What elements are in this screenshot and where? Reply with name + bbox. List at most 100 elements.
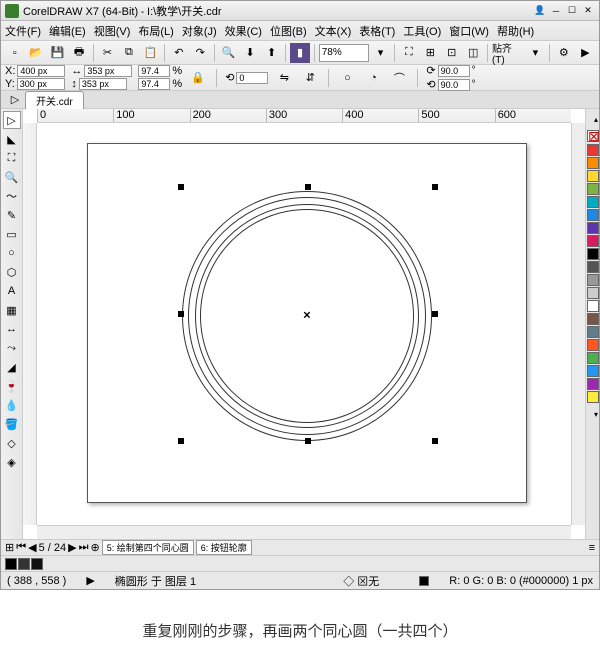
page-tab-6[interactable]: 6: 按钮轮廓	[196, 540, 252, 555]
color-swatch[interactable]	[587, 313, 599, 325]
no-color-swatch[interactable]: ⊠	[587, 130, 599, 142]
handle-mr[interactable]	[432, 311, 438, 317]
zoom-tool[interactable]: 🔍	[3, 168, 21, 186]
fill-indicator[interactable]: ◇ ⊠无	[343, 573, 379, 589]
menu-window[interactable]: 窗口(W)	[449, 23, 489, 39]
snap-label[interactable]: 贴齐(T)	[492, 40, 524, 66]
color-swatch[interactable]	[587, 261, 599, 273]
color-swatch[interactable]	[587, 378, 599, 390]
color-swatch[interactable]	[587, 157, 599, 169]
next-page-button[interactable]: ▶	[68, 541, 76, 554]
fullscreen-button[interactable]: ⛶	[399, 43, 418, 63]
menu-effects[interactable]: 效果(C)	[225, 23, 262, 39]
color-swatch[interactable]	[587, 287, 599, 299]
polygon-tool[interactable]: ⬡	[3, 263, 21, 281]
x-input[interactable]	[17, 65, 65, 77]
fill-tool[interactable]: 🪣	[3, 415, 21, 433]
color-swatch[interactable]	[587, 196, 599, 208]
artistic-tool[interactable]: ✎	[3, 206, 21, 224]
height-input[interactable]	[79, 78, 127, 90]
document-tab[interactable]: 开关.cdr	[25, 91, 84, 109]
color-swatch[interactable]	[587, 274, 599, 286]
ellipse-tool[interactable]: ○	[3, 244, 21, 262]
scale-x-input[interactable]	[138, 65, 170, 77]
menu-help[interactable]: 帮助(H)	[497, 23, 534, 39]
ellipse-icon[interactable]: ○	[337, 68, 357, 88]
launch-button[interactable]: ▶	[576, 43, 595, 63]
search-button[interactable]: 🔍	[219, 43, 238, 63]
menu-object[interactable]: 对象(J)	[182, 23, 217, 39]
publish-button[interactable]: ▮	[290, 43, 309, 63]
palette-down-icon[interactable]: ▾	[586, 404, 600, 424]
angle2-input[interactable]	[438, 79, 470, 91]
color-swatch[interactable]	[587, 391, 599, 403]
menu-view[interactable]: 视图(V)	[94, 23, 131, 39]
user-icon[interactable]: 👤	[533, 4, 547, 18]
undo-button[interactable]: ↶	[169, 43, 188, 63]
grid-button[interactable]: ⊡	[442, 43, 461, 63]
palette-up-icon[interactable]: ▴	[586, 109, 600, 129]
rotation-input[interactable]	[236, 72, 268, 84]
vertical-scrollbar[interactable]	[571, 123, 585, 525]
text-tool[interactable]: A	[3, 282, 21, 300]
connector-tool[interactable]: ⤳	[3, 339, 21, 357]
add-page-button[interactable]: ⊕	[91, 541, 100, 554]
copy-button[interactable]: ⧉	[119, 43, 138, 63]
redo-button[interactable]: ↷	[191, 43, 210, 63]
menu-file[interactable]: 文件(F)	[5, 23, 41, 39]
width-input[interactable]	[84, 65, 132, 77]
transparency-tool[interactable]: 🍷	[3, 377, 21, 395]
handle-tr[interactable]	[432, 184, 438, 190]
menu-tools[interactable]: 工具(O)	[403, 23, 441, 39]
options-button[interactable]: ⚙	[554, 43, 573, 63]
color-swatch[interactable]	[587, 365, 599, 377]
guides-button[interactable]: ◫	[464, 43, 483, 63]
color-swatch[interactable]	[587, 209, 599, 221]
menu-bitmap[interactable]: 位图(B)	[270, 23, 307, 39]
handle-tc[interactable]	[305, 184, 311, 190]
doc-swatch-black[interactable]	[5, 558, 17, 570]
maximize-button[interactable]: ☐	[565, 4, 579, 18]
dropshadow-tool[interactable]: ◢	[3, 358, 21, 376]
zoom-dropdown-icon[interactable]: ▾	[371, 43, 390, 63]
page-expand-icon[interactable]: ⊞	[5, 541, 14, 554]
rulers-button[interactable]: ⊞	[421, 43, 440, 63]
menu-edit[interactable]: 编辑(E)	[49, 23, 86, 39]
handle-br[interactable]	[432, 438, 438, 444]
color-swatch[interactable]	[587, 248, 599, 260]
angle1-input[interactable]	[438, 65, 470, 77]
lock-ratio-button[interactable]: 🔒	[188, 68, 208, 88]
snap-dropdown-icon[interactable]: ▾	[526, 43, 545, 63]
y-input[interactable]	[17, 78, 65, 90]
close-button[interactable]: ✕	[581, 4, 595, 18]
print-button[interactable]: 🖶	[69, 43, 88, 63]
color-swatch[interactable]	[587, 326, 599, 338]
color-swatch[interactable]	[587, 352, 599, 364]
color-swatch[interactable]	[587, 339, 599, 351]
pie-icon[interactable]: ◔	[363, 68, 383, 88]
mirror-h-button[interactable]: ⇋	[274, 68, 294, 88]
page-tab-5[interactable]: 5: 绘制第四个同心圆	[102, 540, 194, 555]
new-button[interactable]: ▫	[5, 43, 24, 63]
shape-tool[interactable]: ◣	[3, 130, 21, 148]
outline-tool[interactable]: ◇	[3, 434, 21, 452]
rectangle-tool[interactable]: ▭	[3, 225, 21, 243]
crop-tool[interactable]: ⛶	[3, 149, 21, 167]
menu-layout[interactable]: 布局(L)	[138, 23, 173, 39]
color-swatch[interactable]	[587, 222, 599, 234]
handle-ml[interactable]	[178, 311, 184, 317]
canvas[interactable]: ✕	[37, 123, 571, 525]
doc-swatch-dark[interactable]	[31, 558, 43, 570]
open-button[interactable]: 📂	[26, 43, 45, 63]
mirror-v-button[interactable]: ⇵	[300, 68, 320, 88]
doc-swatch-gray[interactable]	[18, 558, 30, 570]
export-button[interactable]: ⬆	[262, 43, 281, 63]
play-icon[interactable]: ▶	[86, 574, 94, 587]
import-button[interactable]: ⬇	[240, 43, 259, 63]
last-page-button[interactable]: ⏭	[79, 541, 89, 554]
minimize-button[interactable]: ─	[549, 4, 563, 18]
scale-y-input[interactable]	[138, 78, 170, 90]
outline-swatch[interactable]	[419, 576, 429, 586]
color-swatch[interactable]	[587, 300, 599, 312]
dimension-tool[interactable]: ↔	[3, 320, 21, 338]
